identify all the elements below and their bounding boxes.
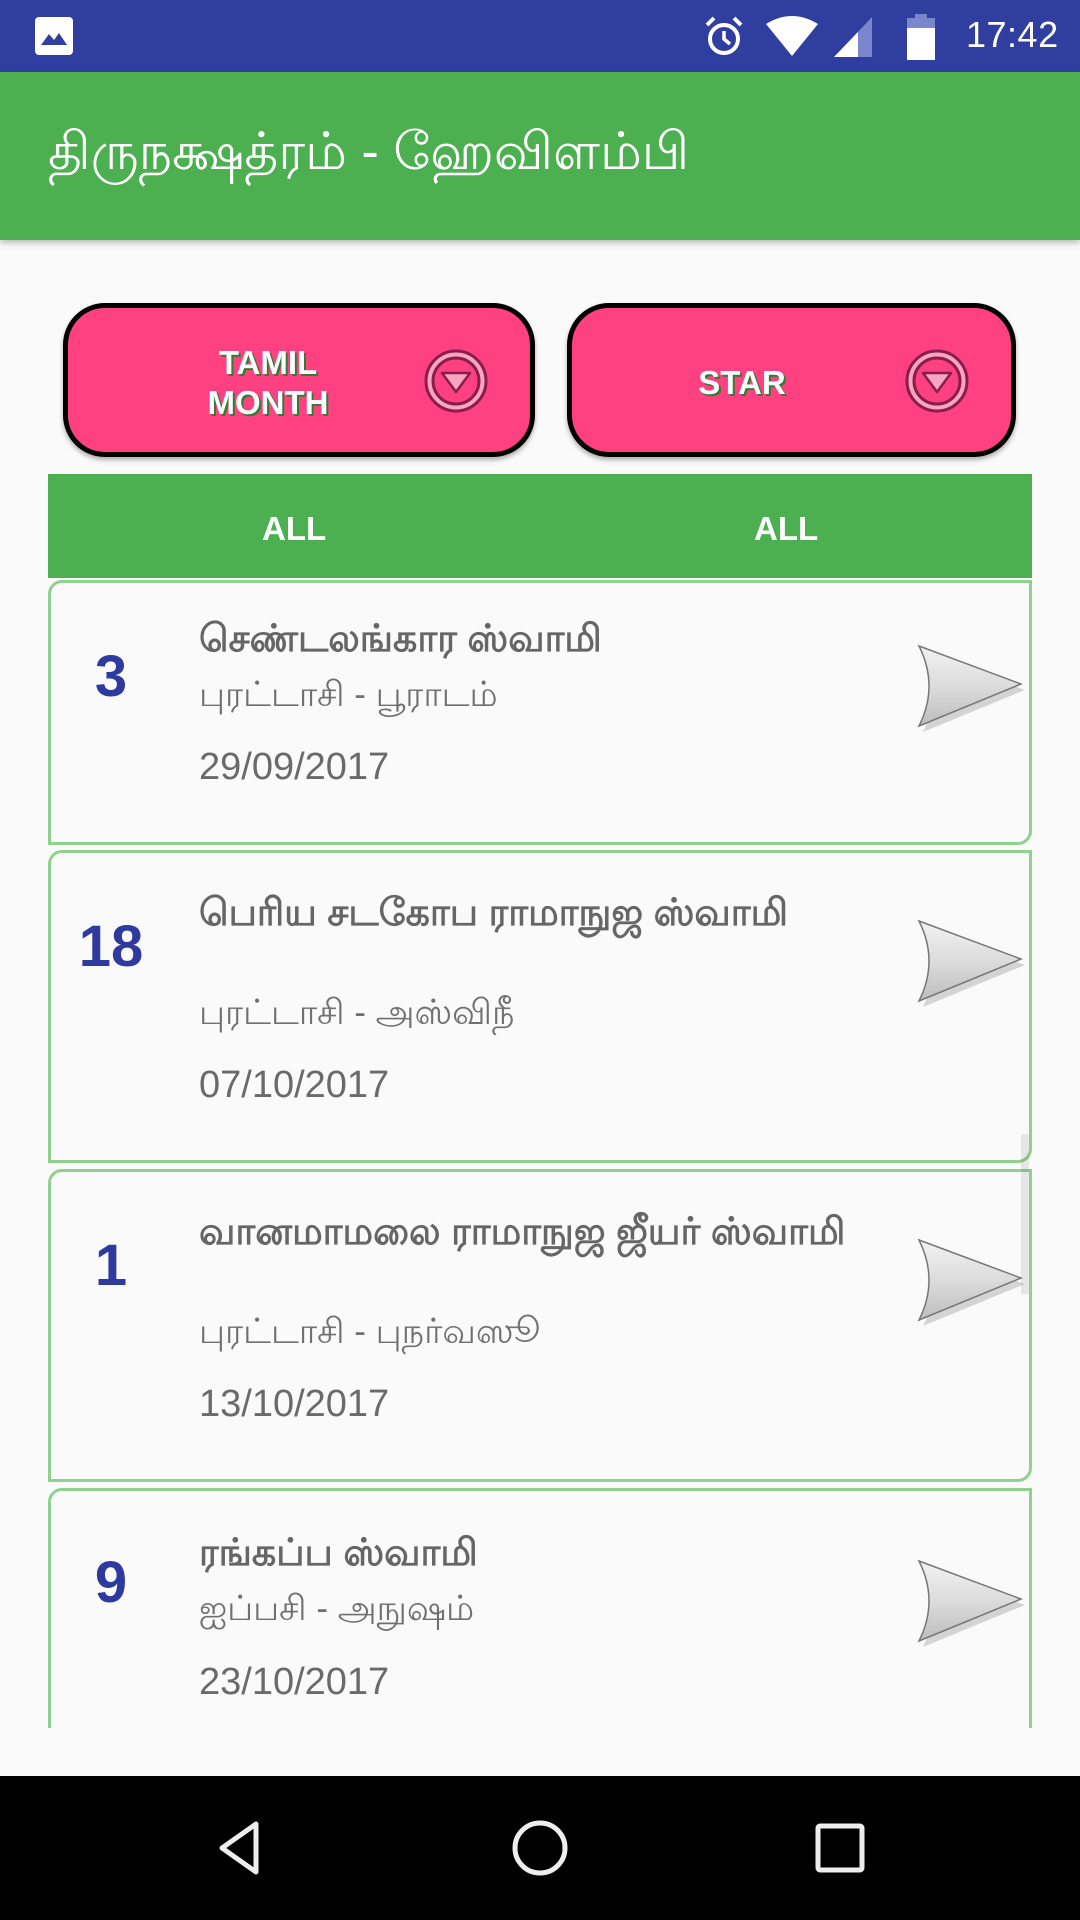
gallery-notification-icon (35, 17, 73, 55)
thirunakshatram-list[interactable]: 3 செண்டலங்கார ஸ்வாமி புரட்டாசி - பூராடம்… (0, 578, 1080, 1728)
home-icon[interactable] (504, 1812, 576, 1884)
status-bar: 17:42 (0, 0, 1080, 72)
battery-icon (907, 14, 935, 60)
item-date: 29/09/2017 (199, 746, 390, 788)
tamil-month-label: TAMIL MONTH (207, 344, 329, 421)
chevron-right-icon[interactable] (913, 638, 1033, 738)
tamil-month-dropdown-button[interactable]: TAMIL MONTH (63, 303, 535, 457)
star-dropdown-button[interactable]: STAR (567, 303, 1016, 457)
star-label: STAR (698, 364, 786, 401)
status-time: 17:42 (966, 14, 1059, 55)
signal-icon (834, 17, 872, 57)
list-item[interactable]: 18 பெரிய சடகோப ராமாநுஜ ஸ்வாமி புரட்டாசி … (48, 850, 1032, 1163)
chevron-right-icon[interactable] (913, 1553, 1033, 1653)
list-scrollbar[interactable] (1021, 1134, 1029, 1294)
item-month-star: புரட்டாசி - பூராடம் (199, 675, 498, 714)
item-number: 1 (94, 1233, 128, 1298)
wifi-icon (766, 16, 818, 56)
list-item[interactable]: 3 செண்டலங்கார ஸ்வாமி புரட்டாசி - பூராடம்… (48, 580, 1032, 845)
item-name: செண்டலங்கார ஸ்வாமி (199, 618, 602, 660)
item-month-star: புரட்டாசி - புநர்வஸூ (199, 1312, 541, 1351)
list-item[interactable]: 9 ரங்கப்ப ஸ்வாமி ஐப்பசி - அநுஷம் 23/10/2… (48, 1488, 1032, 1728)
item-name: ரங்கப்ப ஸ்வாமி (199, 1532, 478, 1574)
app-bar: திருநக்ஷத்ரம் - ஹேவிளம்பி (0, 72, 1080, 240)
navigation-bar (0, 1776, 1080, 1920)
item-month-star: ஐப்பசி - அநுஷம் (199, 1589, 475, 1628)
item-name: பெரிய சடகோப ராமாநுஜ ஸ்வாமி (199, 892, 789, 934)
selected-filters-bar: ALL ALL (48, 474, 1032, 578)
item-number: 9 (94, 1550, 128, 1615)
dropdown-circle-icon (905, 349, 969, 413)
item-number: 3 (94, 644, 128, 709)
recents-icon[interactable] (804, 1812, 876, 1884)
chevron-right-icon[interactable] (913, 913, 1033, 1013)
selected-star: ALL (754, 510, 819, 547)
item-month-star: புரட்டாசி - அஸ்விநீ (199, 993, 515, 1032)
chevron-right-icon[interactable] (913, 1232, 1033, 1332)
item-date: 13/10/2017 (199, 1383, 390, 1425)
back-icon[interactable] (204, 1812, 276, 1884)
dropdown-circle-icon (424, 349, 488, 413)
selected-tamil-month: ALL (262, 510, 327, 547)
item-date: 07/10/2017 (199, 1064, 390, 1106)
item-name: வானமாமலை ராமாநுஜ ஜீயர் ஸ்வாமி (199, 1211, 846, 1253)
item-number: 18 (78, 914, 144, 979)
item-date: 23/10/2017 (199, 1661, 390, 1703)
list-item[interactable]: 1 வானமாமலை ராமாநுஜ ஜீயர் ஸ்வாமி புரட்டாச… (48, 1169, 1032, 1482)
app-title: திருநக்ஷத்ரம் - ஹேவிளம்பி (48, 123, 690, 181)
alarm-icon (705, 16, 743, 55)
